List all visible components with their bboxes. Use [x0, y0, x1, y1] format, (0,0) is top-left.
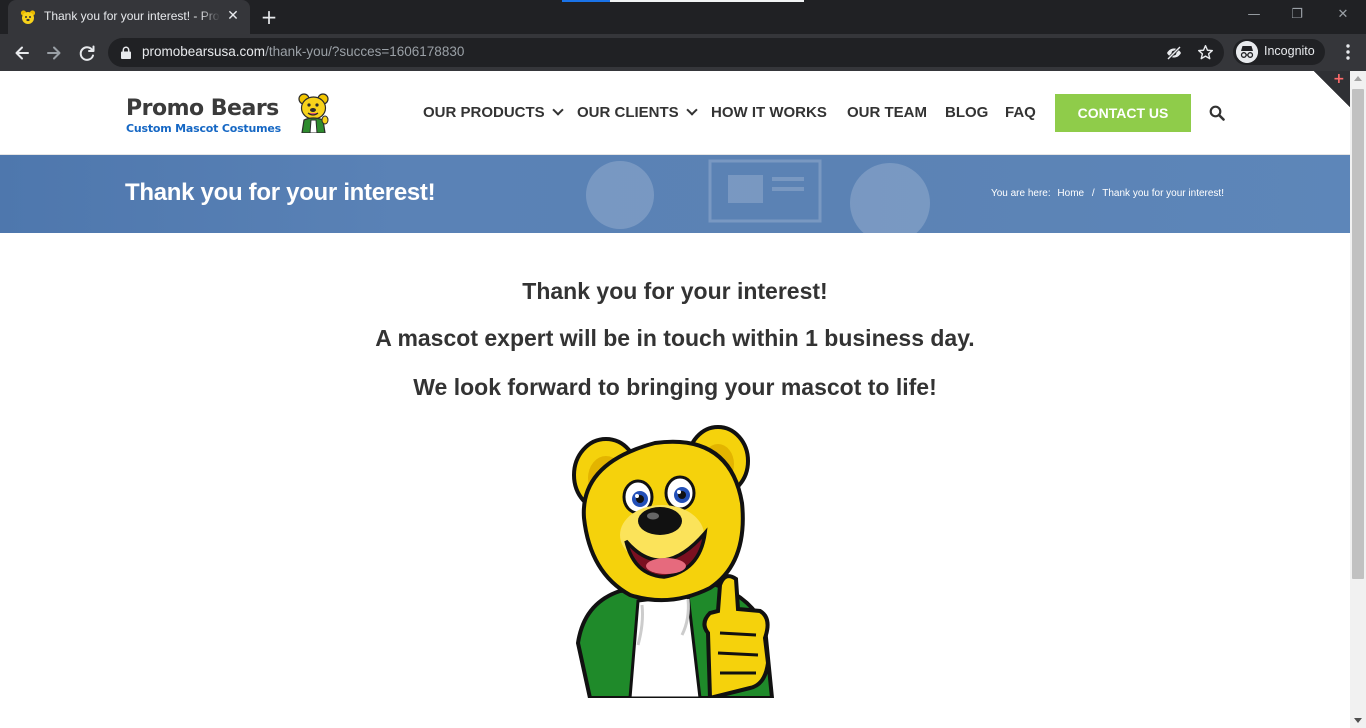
breadcrumb: You are here: Home / Thank you for your … [991, 188, 1224, 199]
browser-toolbar: promobearsusa.com/thank-you/?succes=1606… [0, 34, 1366, 71]
bear-favicon-icon [20, 10, 36, 24]
scrollbar-thumb[interactable] [1352, 89, 1364, 579]
browser-tabstrip: Thank you for your interest! - Promo Bea… [0, 0, 1366, 34]
tab-title: Thank you for your interest! - Promo Bea… [44, 9, 220, 27]
address-bar[interactable]: promobearsusa.com/thank-you/?succes=1606… [108, 38, 1224, 67]
main-content: Thank you for your interest! A mascot ex… [0, 233, 1350, 728]
new-tab-icon[interactable]: + [258, 6, 280, 28]
expert-contact-message: A mascot expert will be in touch within … [375, 325, 975, 351]
closing-message: We look forward to bringing your mascot … [413, 374, 937, 400]
nav-our-team[interactable]: OUR TEAM [847, 104, 927, 122]
nav-our-clients[interactable]: OUR CLIENTS [577, 104, 698, 122]
restore-window-icon[interactable]: ❐ [1282, 4, 1312, 26]
chevron-down-icon [686, 104, 698, 116]
breadcrumb-prefix: You are here: [990, 188, 1051, 199]
bear-logo-icon [298, 93, 329, 133]
tab-close-icon[interactable]: ✕ [224, 7, 242, 25]
nav-blog[interactable]: BLOG [945, 104, 988, 122]
breadcrumb-current: Thank you for your interest! [1102, 188, 1224, 199]
star-icon[interactable] [1197, 44, 1214, 61]
loading-indicator-track [610, 0, 804, 2]
search-icon[interactable] [1209, 105, 1225, 121]
nav-how-it-works[interactable]: HOW IT WORKS [711, 104, 827, 122]
minimize-window-icon[interactable]: — [1239, 4, 1269, 26]
lock-icon [121, 46, 131, 59]
nav-our-products[interactable]: OUR PRODUCTS [423, 104, 564, 122]
web-page: Promo Bears Custom Mascot Costumes OUR P… [0, 71, 1350, 728]
thank-you-heading: Thank you for your interest! [522, 278, 828, 304]
url-text: promobearsusa.com/thank-you/?succes=1606… [142, 44, 464, 59]
page-title-banner: Thank you for your interest! You are her… [0, 155, 1350, 233]
logo-subtitle: Custom Mascot Costumes [126, 122, 281, 135]
site-logo[interactable]: Promo Bears Custom Mascot Costumes [126, 93, 332, 137]
bear-mascot-thumbs-up-image [572, 425, 775, 698]
banner-background-image [586, 159, 930, 233]
nav-our-products-label: OUR PRODUCTS [423, 104, 545, 121]
url-host: promobearsusa.com [142, 44, 266, 59]
incognito-profile-button[interactable]: Incognito [1233, 39, 1325, 65]
loading-indicator [562, 0, 610, 2]
nav-faq[interactable]: FAQ [1005, 104, 1036, 122]
eye-off-icon[interactable] [1166, 45, 1182, 61]
forward-arrow-icon[interactable] [41, 40, 67, 66]
scroll-up-arrow-icon[interactable] [1354, 76, 1362, 81]
chevron-down-icon [552, 104, 564, 116]
reload-icon[interactable] [74, 40, 100, 66]
plus-icon[interactable]: + [1333, 72, 1345, 86]
kebab-menu-icon[interactable] [1340, 42, 1356, 62]
incognito-label: Incognito [1264, 44, 1315, 58]
site-header: Promo Bears Custom Mascot Costumes OUR P… [0, 71, 1350, 155]
logo-title: Promo Bears [126, 96, 279, 121]
page-title: Thank you for your interest! [125, 179, 436, 206]
breadcrumb-home[interactable]: Home [1057, 188, 1084, 199]
breadcrumb-separator: / [1091, 188, 1095, 199]
close-window-icon[interactable]: ✕ [1328, 4, 1358, 26]
incognito-icon [1236, 41, 1258, 63]
scroll-down-arrow-icon[interactable] [1354, 718, 1362, 723]
back-arrow-icon[interactable] [9, 40, 35, 66]
contact-us-button[interactable]: CONTACT US [1055, 94, 1191, 132]
nav-our-clients-label: OUR CLIENTS [577, 104, 679, 121]
url-path: /thank-you/?succes=1606178830 [265, 44, 465, 59]
browser-tab-active[interactable]: Thank you for your interest! - Promo Bea… [8, 0, 250, 34]
page-scrollbar[interactable] [1350, 71, 1366, 728]
